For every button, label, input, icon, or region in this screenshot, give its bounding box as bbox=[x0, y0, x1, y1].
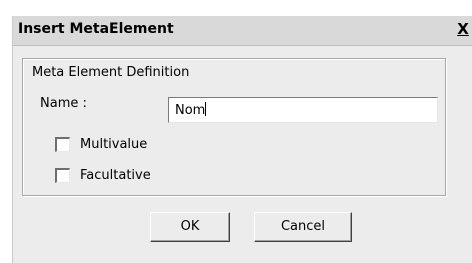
title-bar[interactable]: Insert MetaElement X bbox=[13, 16, 472, 46]
facultative-label: Facultative bbox=[80, 167, 151, 183]
multivalue-label: Multivalue bbox=[80, 136, 148, 152]
dialog-title: Insert MetaElement bbox=[18, 21, 174, 37]
multivalue-checkbox[interactable] bbox=[55, 136, 70, 152]
facultative-checkbox[interactable] bbox=[55, 167, 70, 183]
facultative-option[interactable]: Facultative bbox=[55, 166, 151, 184]
screen: Insert MetaElement X Meta Element Defini… bbox=[0, 0, 472, 263]
name-input-value: Nom bbox=[175, 103, 206, 118]
cancel-button[interactable]: Cancel bbox=[254, 212, 352, 242]
group-legend: Meta Element Definition bbox=[29, 66, 193, 80]
text-caret bbox=[205, 102, 207, 116]
name-input[interactable]: Nom bbox=[168, 97, 438, 123]
close-button[interactable]: X bbox=[455, 20, 471, 38]
name-label: Name : bbox=[40, 96, 87, 111]
multivalue-option[interactable]: Multivalue bbox=[55, 135, 147, 153]
ok-button[interactable]: OK bbox=[150, 212, 230, 242]
